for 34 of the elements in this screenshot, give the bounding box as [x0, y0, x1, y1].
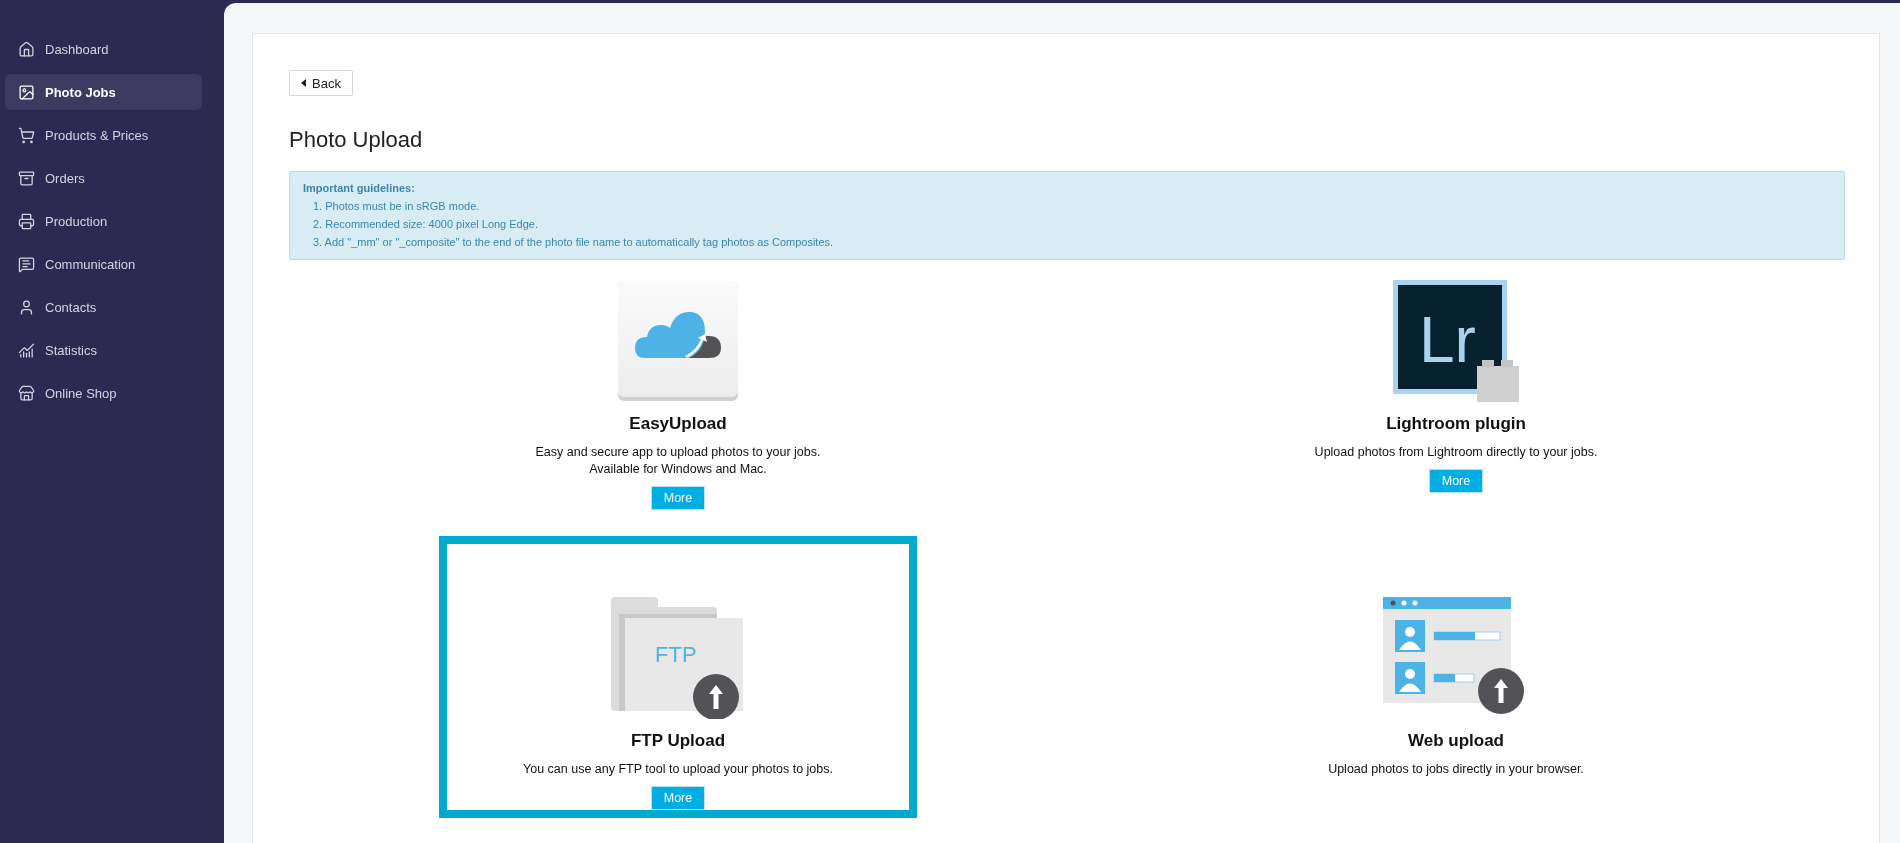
cart-icon	[18, 126, 35, 144]
image-icon	[18, 83, 35, 101]
sidebar-item[interactable]: Contacts	[5, 289, 202, 325]
sidebar-item[interactable]: Photo Jobs	[5, 74, 202, 110]
option-description: You can use any FTP tool to upload your photos to jobs.	[523, 761, 833, 778]
page-title: Photo Upload	[289, 127, 424, 153]
guideline-item: 2. Recommended size: 4000 pixel Long Edge.	[312, 217, 540, 232]
sidebar-item[interactable]: Online Shop	[5, 375, 202, 411]
option-title: FTP Upload	[630, 731, 726, 751]
option-title: Web upload	[1408, 731, 1504, 751]
printer-icon	[18, 212, 35, 230]
store-icon	[18, 384, 35, 402]
user-icon	[18, 298, 35, 316]
box-icon	[18, 169, 35, 187]
sidebar-item[interactable]: Statistics	[5, 332, 202, 368]
sidebar-item[interactable]: Communication	[5, 246, 202, 282]
option-description: Easy and secure app to upload photos to your jobs. Available for Windows and Mac.	[535, 444, 821, 478]
cloud-app-icon	[617, 280, 739, 402]
guideline-item: 3. Add "_mm" or "_composite" to the end of the photo file name to automatically tag photos as Composites.	[312, 235, 835, 250]
message-icon	[18, 255, 35, 273]
sidebar-item[interactable]: Production	[5, 203, 202, 239]
guideline-item: 1. Photos must be in sRGB mode.	[312, 199, 481, 214]
sidebar-item[interactable]: Products & Prices	[5, 117, 202, 153]
chart-icon	[18, 341, 35, 359]
option-title: EasyUpload	[629, 414, 727, 434]
back-button[interactable]: Back	[289, 70, 353, 96]
sidebar-item[interactable]: Orders	[5, 160, 202, 196]
option-description: Upload photos to jobs directly in your browser.	[1328, 761, 1584, 778]
guidelines-heading: Important guidelines:	[303, 181, 416, 196]
sidebar-item[interactable]: Dashboard	[5, 31, 202, 67]
option-description: Upload photos from Lightroom directly to your jobs.	[1314, 444, 1598, 461]
option-title: Lightroom plugin	[1386, 414, 1526, 434]
caret-icon	[301, 79, 306, 87]
home-icon	[18, 40, 35, 58]
